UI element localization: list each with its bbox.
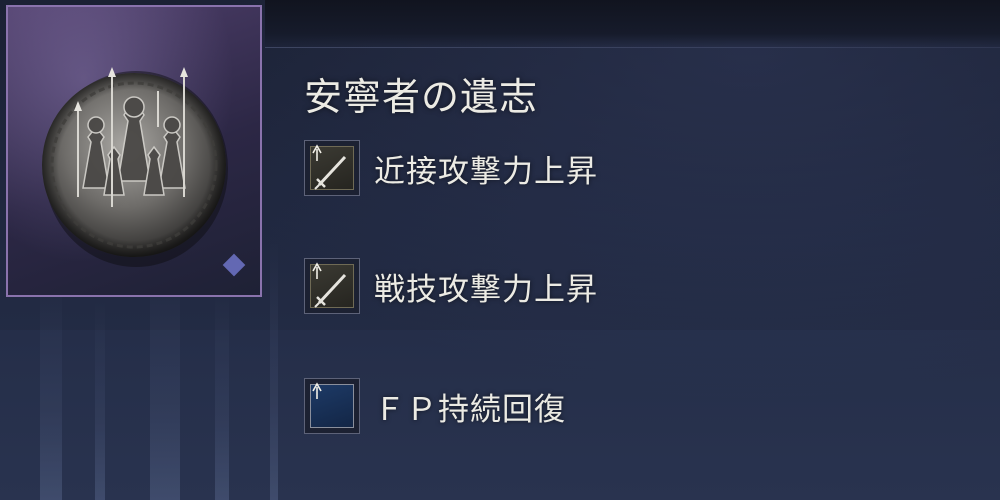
talisman-image-frame xyxy=(6,5,262,297)
fp-up-icon xyxy=(304,378,360,434)
effect-label-melee: 近接攻撃力上昇 xyxy=(374,154,598,190)
effect-row-fp: ＦＰ持続回復 xyxy=(304,378,904,434)
effect-row-melee: 近接攻撃力上昇 xyxy=(304,140,904,196)
effect-label-fp: ＦＰ持続回復 xyxy=(374,392,566,428)
top-band xyxy=(265,0,1000,48)
top-band-divider xyxy=(265,47,1000,48)
sword-up-icon xyxy=(304,140,360,196)
effect-label-skill: 戦技攻撃力上昇 xyxy=(374,272,598,308)
effect-row-skill: 戦技攻撃力上昇 xyxy=(304,258,904,314)
talisman-name: 安寧者の遺志 xyxy=(304,75,539,119)
sword-up-icon xyxy=(304,258,360,314)
medallion-icon xyxy=(42,67,228,267)
